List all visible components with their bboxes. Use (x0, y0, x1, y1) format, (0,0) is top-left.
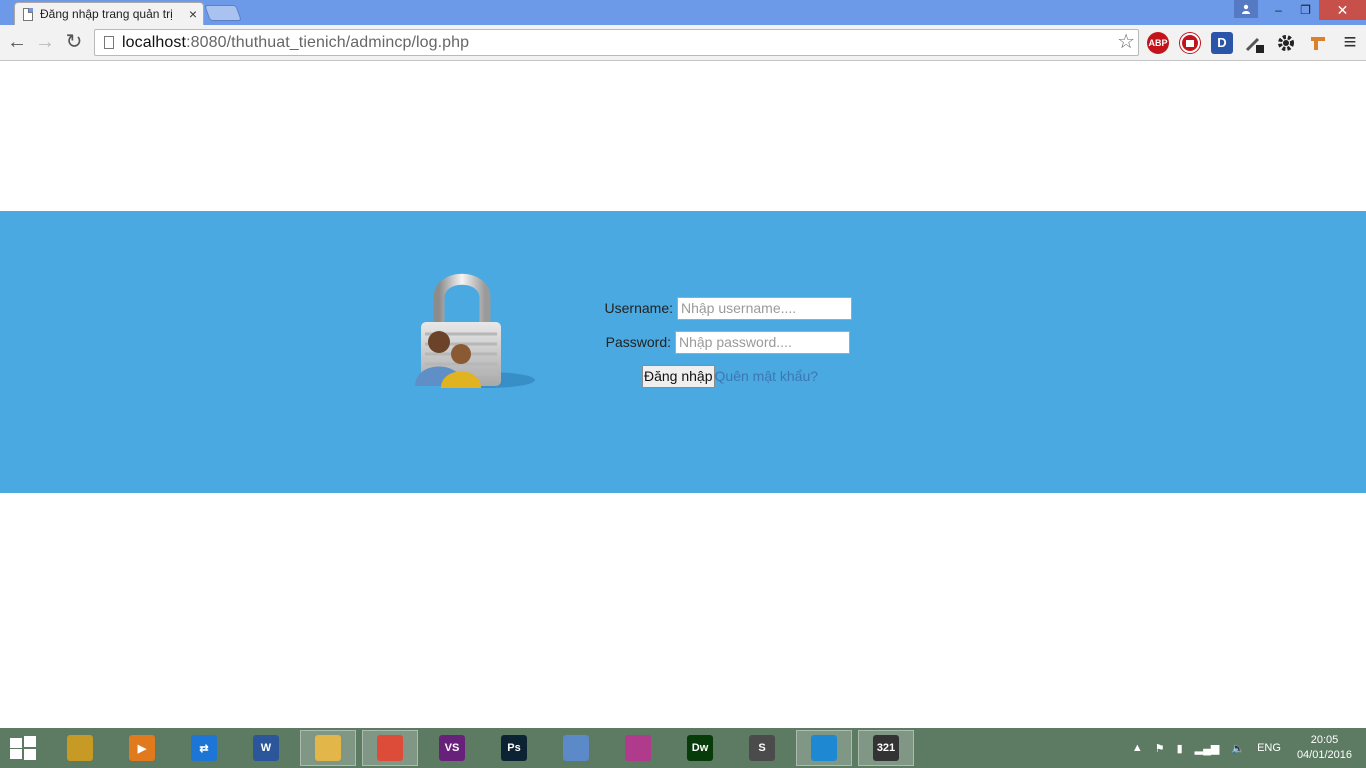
taskbar-app-teamviewer[interactable]: ⇄ (176, 730, 232, 766)
volume-icon[interactable]: 🔈 (1231, 742, 1245, 755)
taskbar-app-dreamweaver[interactable]: Dw (672, 730, 728, 766)
word-icon: W (253, 735, 279, 761)
username-label: Username: (604, 300, 673, 316)
tab-title: Đăng nhập trang quản trị (40, 7, 173, 21)
username-row: Username: (560, 291, 880, 325)
forward-button[interactable]: → (33, 31, 57, 55)
taskbar-app-word[interactable]: W (238, 730, 294, 766)
chrome-icon (377, 735, 403, 761)
login-button[interactable]: Đăng nhập (642, 364, 715, 388)
media-player-classic-icon: 321 (873, 735, 899, 761)
language-indicator[interactable]: ENG (1257, 742, 1281, 754)
file-explorer-icon (315, 735, 341, 761)
login-form: Username: Password: Đăng nhập Quên mật k… (560, 291, 880, 393)
new-tab-button[interactable] (204, 5, 242, 21)
clock-date: 04/01/2016 (1296, 749, 1352, 761)
eyedropper-icon[interactable] (1243, 32, 1265, 54)
windows-start-button[interactable] (8, 736, 38, 760)
taskbar-app-media-player-classic[interactable]: 321 (858, 730, 914, 766)
show-hidden-icons-icon[interactable]: ▲ (1132, 742, 1143, 754)
taskbar-app-photoshop[interactable]: Ps (486, 730, 542, 766)
back-button[interactable]: ← (5, 31, 29, 55)
taskbar-app-chrome[interactable] (362, 730, 418, 766)
lock-users-icon (415, 273, 535, 388)
reload-button[interactable]: ↻ (62, 31, 86, 55)
taskbar-app-feather[interactable] (610, 730, 666, 766)
stop-icon[interactable] (1179, 32, 1201, 54)
password-row: Password: (560, 325, 880, 359)
clock[interactable]: 20:05 04/01/2016 (1297, 733, 1352, 763)
bookmark-star-icon[interactable]: ☆ (1117, 31, 1135, 53)
page-content: Username: Password: Đăng nhập Quên mật k… (0, 62, 1366, 728)
gear-icon[interactable] (1275, 32, 1297, 54)
network-signal-icon[interactable]: ▂▄▆ (1195, 742, 1220, 755)
feather-icon (625, 735, 651, 761)
visual-studio-icon: VS (439, 735, 465, 761)
photoshop-icon: Ps (501, 735, 527, 761)
address-bar[interactable]: localhost:8080/thuthuat_tienich/admincp/… (94, 29, 1139, 56)
taskbar-app-visual-studio[interactable]: VS (424, 730, 480, 766)
close-window-button[interactable]: ✕ (1319, 0, 1366, 20)
browser-toolbar: ← → ↻ localhost:8080/thuthuat_tienich/ad… (0, 25, 1366, 61)
extension-bar-icon[interactable] (1307, 32, 1329, 54)
d-extension-icon[interactable]: D (1211, 32, 1233, 54)
media-player-icon: ▶ (129, 735, 155, 761)
vmware-icon (811, 735, 837, 761)
windows-taskbar: ▶ ⇄ W VS Ps Dw S 321 ▲ ⚑ ▮ ▂▄▆ 🔈 ENG 20:05 04/0… (0, 728, 1366, 768)
dreamweaver-icon: Dw (687, 735, 713, 761)
taskbar-app-system-tools[interactable] (52, 730, 108, 766)
taskbar-app-file-explorer[interactable] (300, 730, 356, 766)
sublime-icon: S (749, 735, 775, 761)
page-info-icon[interactable] (104, 36, 114, 49)
system-tools-icon (67, 735, 93, 761)
login-panel: Username: Password: Đăng nhập Quên mật k… (0, 211, 1366, 493)
browser-title-bar: Đăng nhập trang quản trị × – ❐ ✕ (0, 0, 1366, 25)
restore-button[interactable]: ❐ (1292, 0, 1319, 20)
url-text[interactable]: localhost:8080/thuthuat_tienich/admincp/… (122, 34, 469, 52)
clock-time: 20:05 (1310, 734, 1339, 746)
adblock-plus-icon[interactable]: ABP (1147, 32, 1169, 54)
user-profile-icon[interactable] (1234, 0, 1258, 18)
minimize-button[interactable]: – (1265, 0, 1292, 20)
tab-admin-login[interactable]: Đăng nhập trang quản trị × (14, 2, 204, 25)
submit-row: Đăng nhập Quên mật khẩu? (560, 359, 880, 393)
virtualbox-icon (563, 735, 589, 761)
taskbar-app-sublime[interactable]: S (734, 730, 790, 766)
teamviewer-icon: ⇄ (191, 735, 217, 761)
action-center-flag-icon[interactable]: ⚑ (1155, 742, 1165, 755)
taskbar-app-vmware[interactable] (796, 730, 852, 766)
password-label: Password: (605, 334, 671, 350)
page-icon (23, 7, 33, 21)
menu-icon[interactable]: ≡ (1338, 31, 1362, 55)
system-tray: ▲ ⚑ ▮ ▂▄▆ 🔈 ENG 20:05 04/01/2016 (1126, 728, 1366, 768)
taskbar-app-media-player[interactable]: ▶ (114, 730, 170, 766)
power-icon[interactable]: ▮ (1177, 742, 1183, 755)
password-input[interactable] (675, 330, 850, 354)
username-input[interactable] (677, 296, 852, 320)
tab-close-icon[interactable]: × (189, 7, 197, 21)
taskbar-app-virtualbox[interactable] (548, 730, 604, 766)
forgot-password-link[interactable]: Quên mật khẩu? (715, 368, 819, 384)
